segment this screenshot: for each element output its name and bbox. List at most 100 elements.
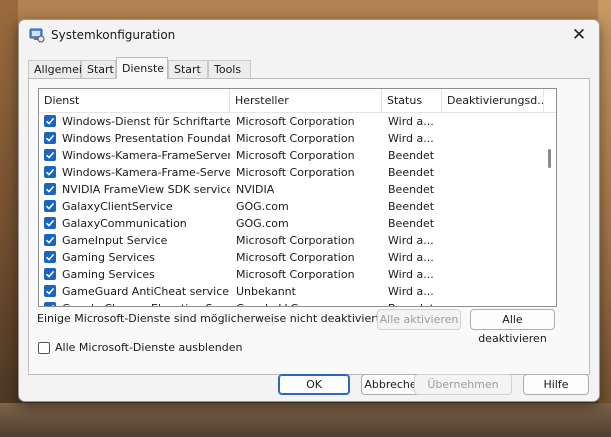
ok-button[interactable]: OK [278, 374, 350, 395]
service-vendor: Microsoft Corporation [236, 268, 355, 281]
enable-all-button[interactable]: Alle aktivieren [377, 309, 461, 330]
tab-tools[interactable]: Tools [208, 60, 251, 78]
checkmark-icon [45, 253, 55, 261]
column-header-status[interactable]: Status [382, 89, 442, 112]
checkmark-icon [45, 117, 55, 125]
tab-allgemein[interactable]: Allgemein [28, 60, 89, 78]
msconfig-icon [29, 27, 45, 43]
service-checkbox[interactable] [44, 285, 56, 297]
service-name: GameGuard AntiCheat service [62, 285, 230, 298]
window-title: Systemkonfiguration [51, 28, 176, 42]
column-header-hersteller[interactable]: Hersteller [230, 89, 382, 112]
service-status: Beendet [388, 217, 435, 230]
service-vendor: Microsoft Corporation [236, 149, 355, 162]
service-row[interactable]: Gaming Services Microsoft Corporation Wird… [39, 249, 544, 266]
checkmark-icon [45, 168, 55, 176]
service-status: Wird a... [388, 251, 434, 264]
services-tab-panel: Dienst Hersteller Status Deaktivierungsd… [28, 78, 590, 375]
close-button[interactable]: ✕ [559, 20, 599, 50]
service-checkbox[interactable] [44, 200, 56, 212]
checkmark-icon [52, 304, 55, 306]
service-status: Beendet [388, 200, 435, 213]
service-row[interactable]: Gaming Services Microsoft Corporation Wird… [39, 266, 544, 283]
scrollbar-thumb[interactable] [548, 149, 551, 168]
column-header-dienst[interactable]: Dienst [39, 89, 230, 112]
service-name: Windows-Kamera-Frame-Server... [62, 166, 230, 179]
service-vendor: NVIDIA [236, 183, 275, 196]
service-checkbox[interactable] [44, 132, 56, 144]
service-status: Beendet [388, 300, 442, 306]
service-row[interactable]: NVIDIA FrameView SDK service NVIDIA Beende… [39, 181, 544, 198]
service-checkbox[interactable] [44, 251, 56, 263]
service-checkbox[interactable] [44, 217, 56, 229]
service-name: Gaming Services [62, 268, 155, 281]
checkmark-icon [45, 185, 55, 193]
service-checkbox[interactable] [44, 268, 56, 280]
service-name: NVIDIA FrameView SDK service [62, 183, 230, 196]
tab-start[interactable]: Start [81, 60, 116, 78]
service-vendor: Microsoft Corporation [236, 251, 355, 264]
service-vendor: GOG.com [236, 200, 289, 213]
service-vendor: GOG.com [236, 217, 289, 230]
service-vendor: Google LLC [236, 300, 382, 306]
service-checkbox[interactable] [44, 166, 56, 178]
service-status: Beendet [388, 183, 435, 196]
hide-microsoft-services-checkbox[interactable] [38, 342, 50, 354]
service-name: GalaxyClientService [62, 200, 173, 213]
service-vendor: Microsoft Corporation [236, 234, 355, 247]
service-checkbox[interactable] [44, 115, 56, 127]
column-header-deaktivierungsdatum[interactable]: Deaktivierungsd... [442, 89, 544, 112]
service-row[interactable]: Windows-Kamera-Frame-Server... Microsoft … [39, 164, 544, 181]
service-vendor: Microsoft Corporation [236, 132, 355, 145]
service-row[interactable]: Google Chrome Elevation Servic... Google … [39, 300, 544, 306]
service-status: Wird a... [388, 268, 434, 281]
service-status: Beendet [388, 166, 435, 179]
hide-microsoft-services-label[interactable]: Alle Microsoft-Dienste ausblenden [55, 341, 242, 354]
service-status: Wird a... [388, 132, 434, 145]
microsoft-services-note: Einige Microsoft-Dienste sind möglicherw… [37, 312, 384, 325]
service-name: Windows-Dienst für Schriftarten... [62, 115, 230, 128]
checkmark-icon [45, 202, 55, 210]
checkmark-icon [45, 134, 55, 142]
service-checkbox[interactable] [44, 234, 56, 246]
desktop-background-bottom [0, 403, 611, 437]
service-name: GameInput Service [62, 234, 168, 247]
checkmark-icon [45, 270, 55, 278]
service-checkbox[interactable] [44, 149, 56, 161]
services-list[interactable]: Dienst Hersteller Status Deaktivierungsd… [38, 88, 557, 307]
checkmark-icon [45, 287, 55, 295]
system-configuration-window: Systemkonfiguration ✕ Allgemein Start Di… [18, 19, 600, 402]
apply-button[interactable]: Übernehmen [414, 374, 512, 395]
help-button[interactable]: Hilfe [523, 374, 589, 395]
service-name: Windows Presentation Foundati... [62, 132, 230, 145]
service-name: Gaming Services [62, 251, 155, 264]
service-name: GalaxyCommunication [62, 217, 187, 230]
checkmark-icon [45, 151, 55, 159]
service-row[interactable]: Windows-Kamera-FrameServer Microsoft Corp… [39, 147, 544, 164]
vertical-scrollbar[interactable] [544, 113, 556, 306]
tab-dienste[interactable]: Dienste [116, 57, 168, 79]
checkmark-icon [45, 236, 55, 244]
service-row[interactable]: GalaxyClientService GOG.com Beendet [39, 198, 544, 215]
service-row[interactable]: GameGuard AntiCheat service Unbekannt Wird… [39, 283, 544, 300]
service-name: Windows-Kamera-FrameServer [62, 149, 230, 162]
service-status: Wird a... [388, 234, 434, 247]
checkmark-icon [45, 219, 55, 227]
service-row[interactable]: Windows Presentation Foundati... Microsof… [39, 130, 544, 147]
tab-systemstart[interactable]: Start [168, 60, 208, 78]
service-row[interactable]: Windows-Dienst für Schriftarten... Micros… [39, 113, 544, 130]
service-status: Beendet [388, 149, 435, 162]
service-vendor: Microsoft Corporation [236, 115, 355, 128]
service-row[interactable]: GameInput Service Microsoft Corporation Wi… [39, 232, 544, 249]
list-header: Dienst Hersteller Status Deaktivierungsd… [39, 89, 556, 113]
title-bar: Systemkonfiguration ✕ [19, 20, 599, 52]
service-name: Google Chrome Elevation Servic... [62, 300, 230, 306]
service-status: Wird a... [388, 115, 434, 128]
disable-all-button[interactable]: Alle deaktivieren [470, 309, 555, 345]
desktop-background-left [0, 0, 18, 437]
service-vendor: Unbekannt [236, 285, 296, 298]
service-status: Wird a... [388, 285, 434, 298]
service-row[interactable]: GalaxyCommunication GOG.com Beendet [39, 215, 544, 232]
service-checkbox[interactable] [44, 183, 56, 195]
service-checkbox[interactable] [44, 302, 56, 306]
